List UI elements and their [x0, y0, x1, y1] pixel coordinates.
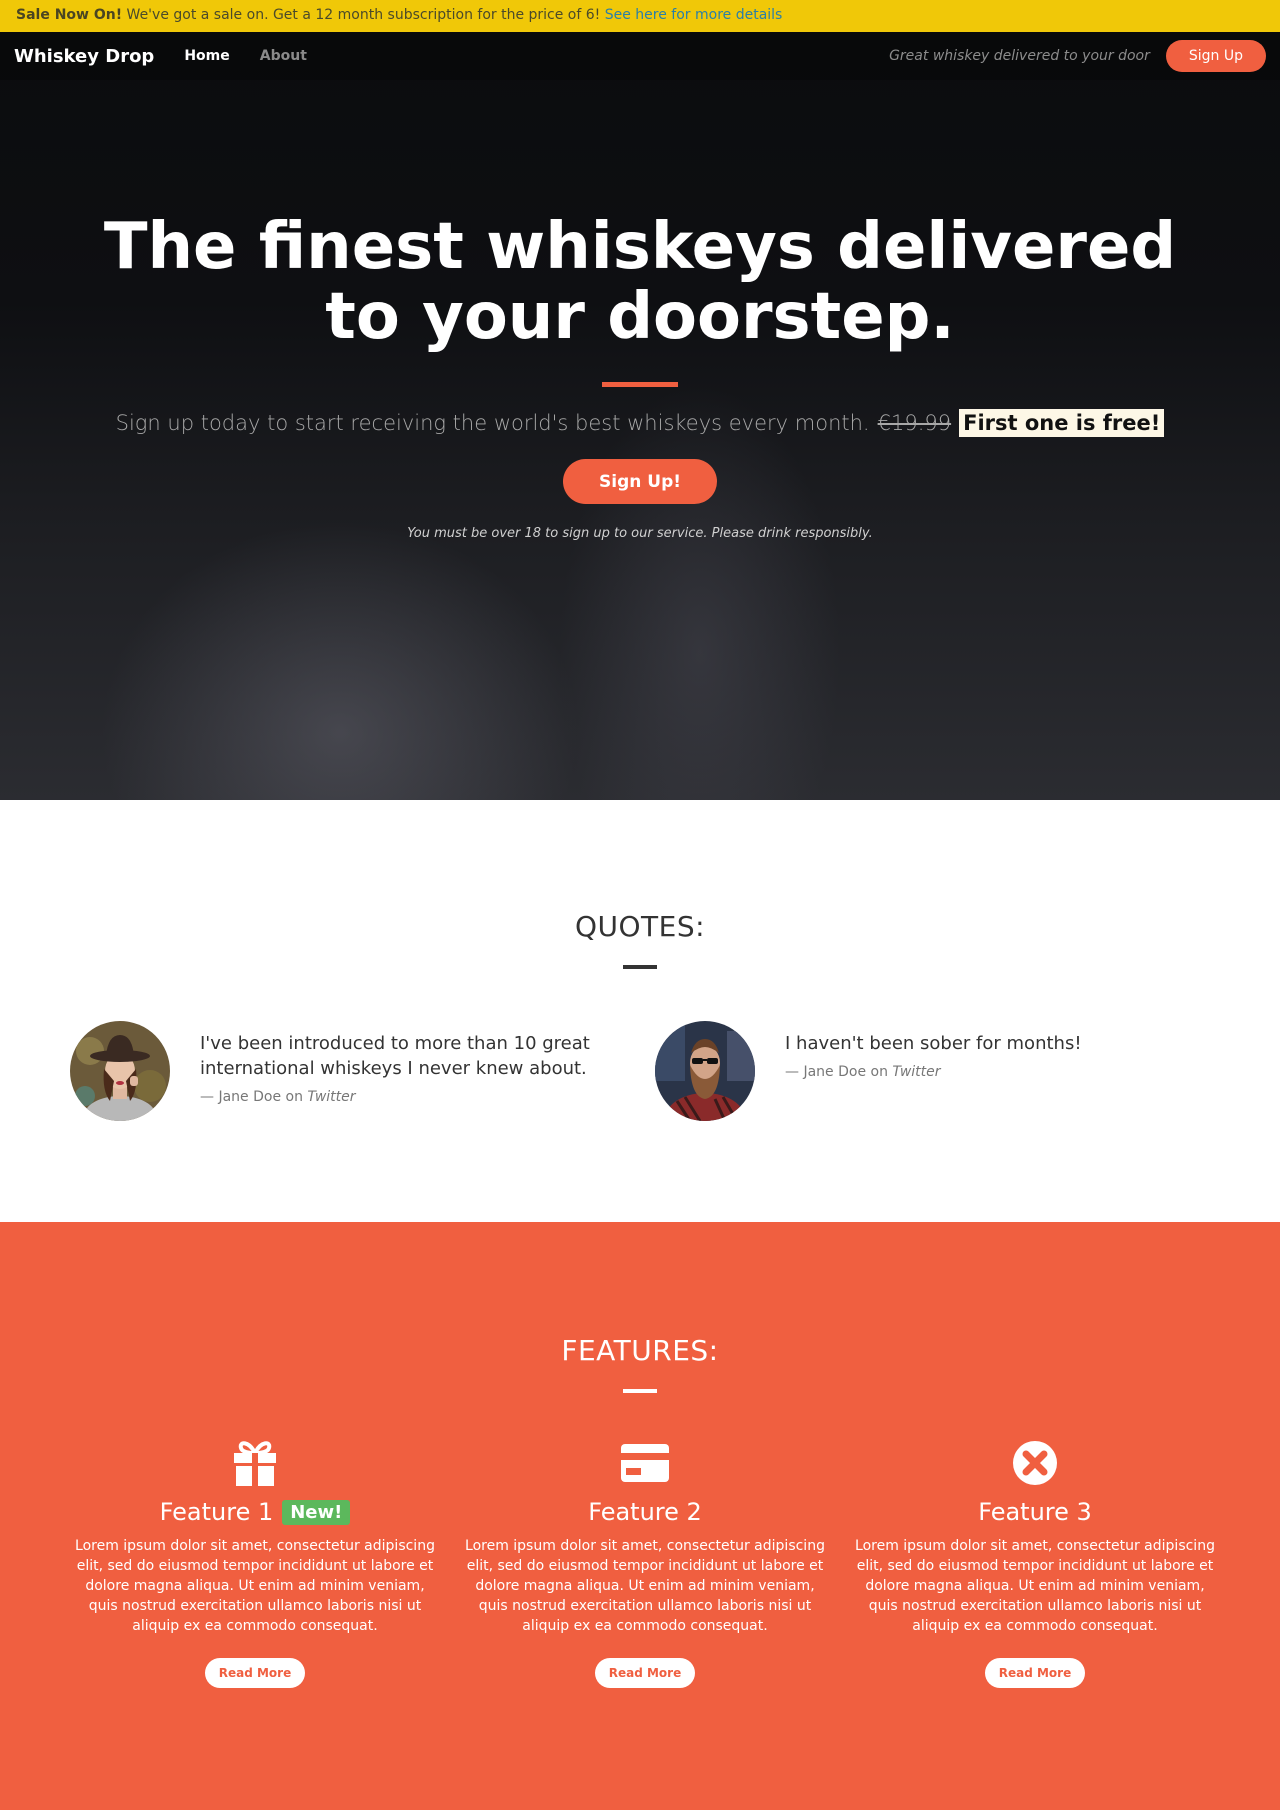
quote-on: on [285, 1089, 303, 1105]
sale-headline: Sale Now On! [16, 7, 123, 23]
close-circle-icon [840, 1438, 1230, 1488]
quote-on: on [870, 1064, 888, 1080]
sale-message: We've got a sale on. Get a 12 month subs… [122, 7, 605, 23]
features-section: FEATURES: Feature 1 New! Lorem ipsum dol… [0, 1222, 1280, 1810]
quote-body: I've been introduced to more than 10 gre… [200, 1031, 620, 1121]
feature-title-row: Feature 2 [450, 1498, 840, 1526]
read-more-button[interactable]: Read More [594, 1658, 696, 1688]
feature-card: Feature 1 New! Lorem ipsum dolor sit ame… [60, 1438, 450, 1688]
hero-divider [602, 382, 678, 387]
quotes-title: QUOTES: [574, 910, 706, 943]
feature-description: Lorem ipsum dolor sit amet, consectetur … [75, 1538, 435, 1634]
free-offer-badge: First one is free! [959, 409, 1165, 437]
feature-title: Feature 3 [978, 1498, 1092, 1526]
quote-text: I haven't been sober for months! [785, 1033, 1082, 1054]
feature-title: Feature 2 [588, 1498, 702, 1526]
age-disclaimer: You must be over 18 to sign up to our se… [407, 526, 873, 541]
quote-source: — Jane Doe on Twitter [200, 1089, 356, 1105]
nav-signup-button[interactable]: Sign Up [1165, 40, 1266, 72]
brand-logo[interactable]: Whiskey Drop [14, 46, 154, 67]
read-more-button[interactable]: Read More [204, 1658, 306, 1688]
feature-title: Feature 1 [159, 1498, 274, 1526]
credit-card-icon [450, 1438, 840, 1488]
hero-section: Whiskey Drop Home About Great whiskey de… [0, 32, 1280, 800]
quote-body: I haven't been sober for months! — Jane … [785, 1031, 1205, 1121]
sale-details-link[interactable]: See here for more details [605, 7, 783, 23]
read-more-button[interactable]: Read More [984, 1658, 1086, 1688]
nav-link-home[interactable]: Home [184, 48, 229, 64]
quote-item: I haven't been sober for months! — Jane … [655, 1021, 1240, 1121]
avatar-bearded-man [655, 1021, 755, 1121]
gift-icon [60, 1438, 450, 1488]
quote-text: I've been introduced to more than 10 gre… [200, 1033, 590, 1079]
features-title: FEATURES: [561, 1334, 719, 1367]
quotes-list: I've been introduced to more than 10 gre… [0, 969, 1280, 1121]
quote-platform: Twitter [307, 1089, 356, 1105]
nav-tagline: Great whiskey delivered to your door [889, 48, 1150, 64]
feature-description: Lorem ipsum dolor sit amet, consectetur … [465, 1538, 825, 1634]
old-price: €19.99 [877, 411, 952, 435]
new-badge: New! [282, 1499, 351, 1525]
hero-subtitle-row: Sign up today to start receiving the wor… [0, 409, 1280, 437]
feature-description: Lorem ipsum dolor sit amet, consectetur … [855, 1538, 1215, 1634]
quote-item: I've been introduced to more than 10 gre… [70, 1021, 655, 1121]
quote-platform: Twitter [892, 1064, 941, 1080]
avatar-woman-hat [70, 1021, 170, 1121]
quote-author: Jane Doe [803, 1064, 867, 1080]
hero-content: The finest whiskeys delivered to your do… [0, 212, 1280, 541]
feature-card: Feature 2 Lorem ipsum dolor sit amet, co… [450, 1438, 840, 1688]
quote-author: Jane Doe [218, 1089, 282, 1105]
nav-link-about[interactable]: About [260, 48, 307, 64]
quotes-section: QUOTES: I've been introduced to more tha… [0, 800, 1280, 1222]
feature-card: Feature 3 Lorem ipsum dolor sit amet, co… [840, 1438, 1230, 1688]
hero-title: The finest whiskeys delivered to your do… [103, 210, 1177, 354]
hero-subtitle: Sign up today to start receiving the wor… [115, 411, 870, 435]
features-list: Feature 1 New! Lorem ipsum dolor sit ame… [0, 1393, 1280, 1688]
hero-signup-button[interactable]: Sign Up! [563, 459, 717, 504]
navbar: Whiskey Drop Home About Great whiskey de… [0, 32, 1280, 80]
feature-title-row: Feature 3 [840, 1498, 1230, 1526]
quote-source: — Jane Doe on Twitter [785, 1064, 941, 1080]
sale-banner: Sale Now On! We've got a sale on. Get a … [0, 0, 1280, 32]
feature-title-row: Feature 1 New! [60, 1498, 450, 1526]
